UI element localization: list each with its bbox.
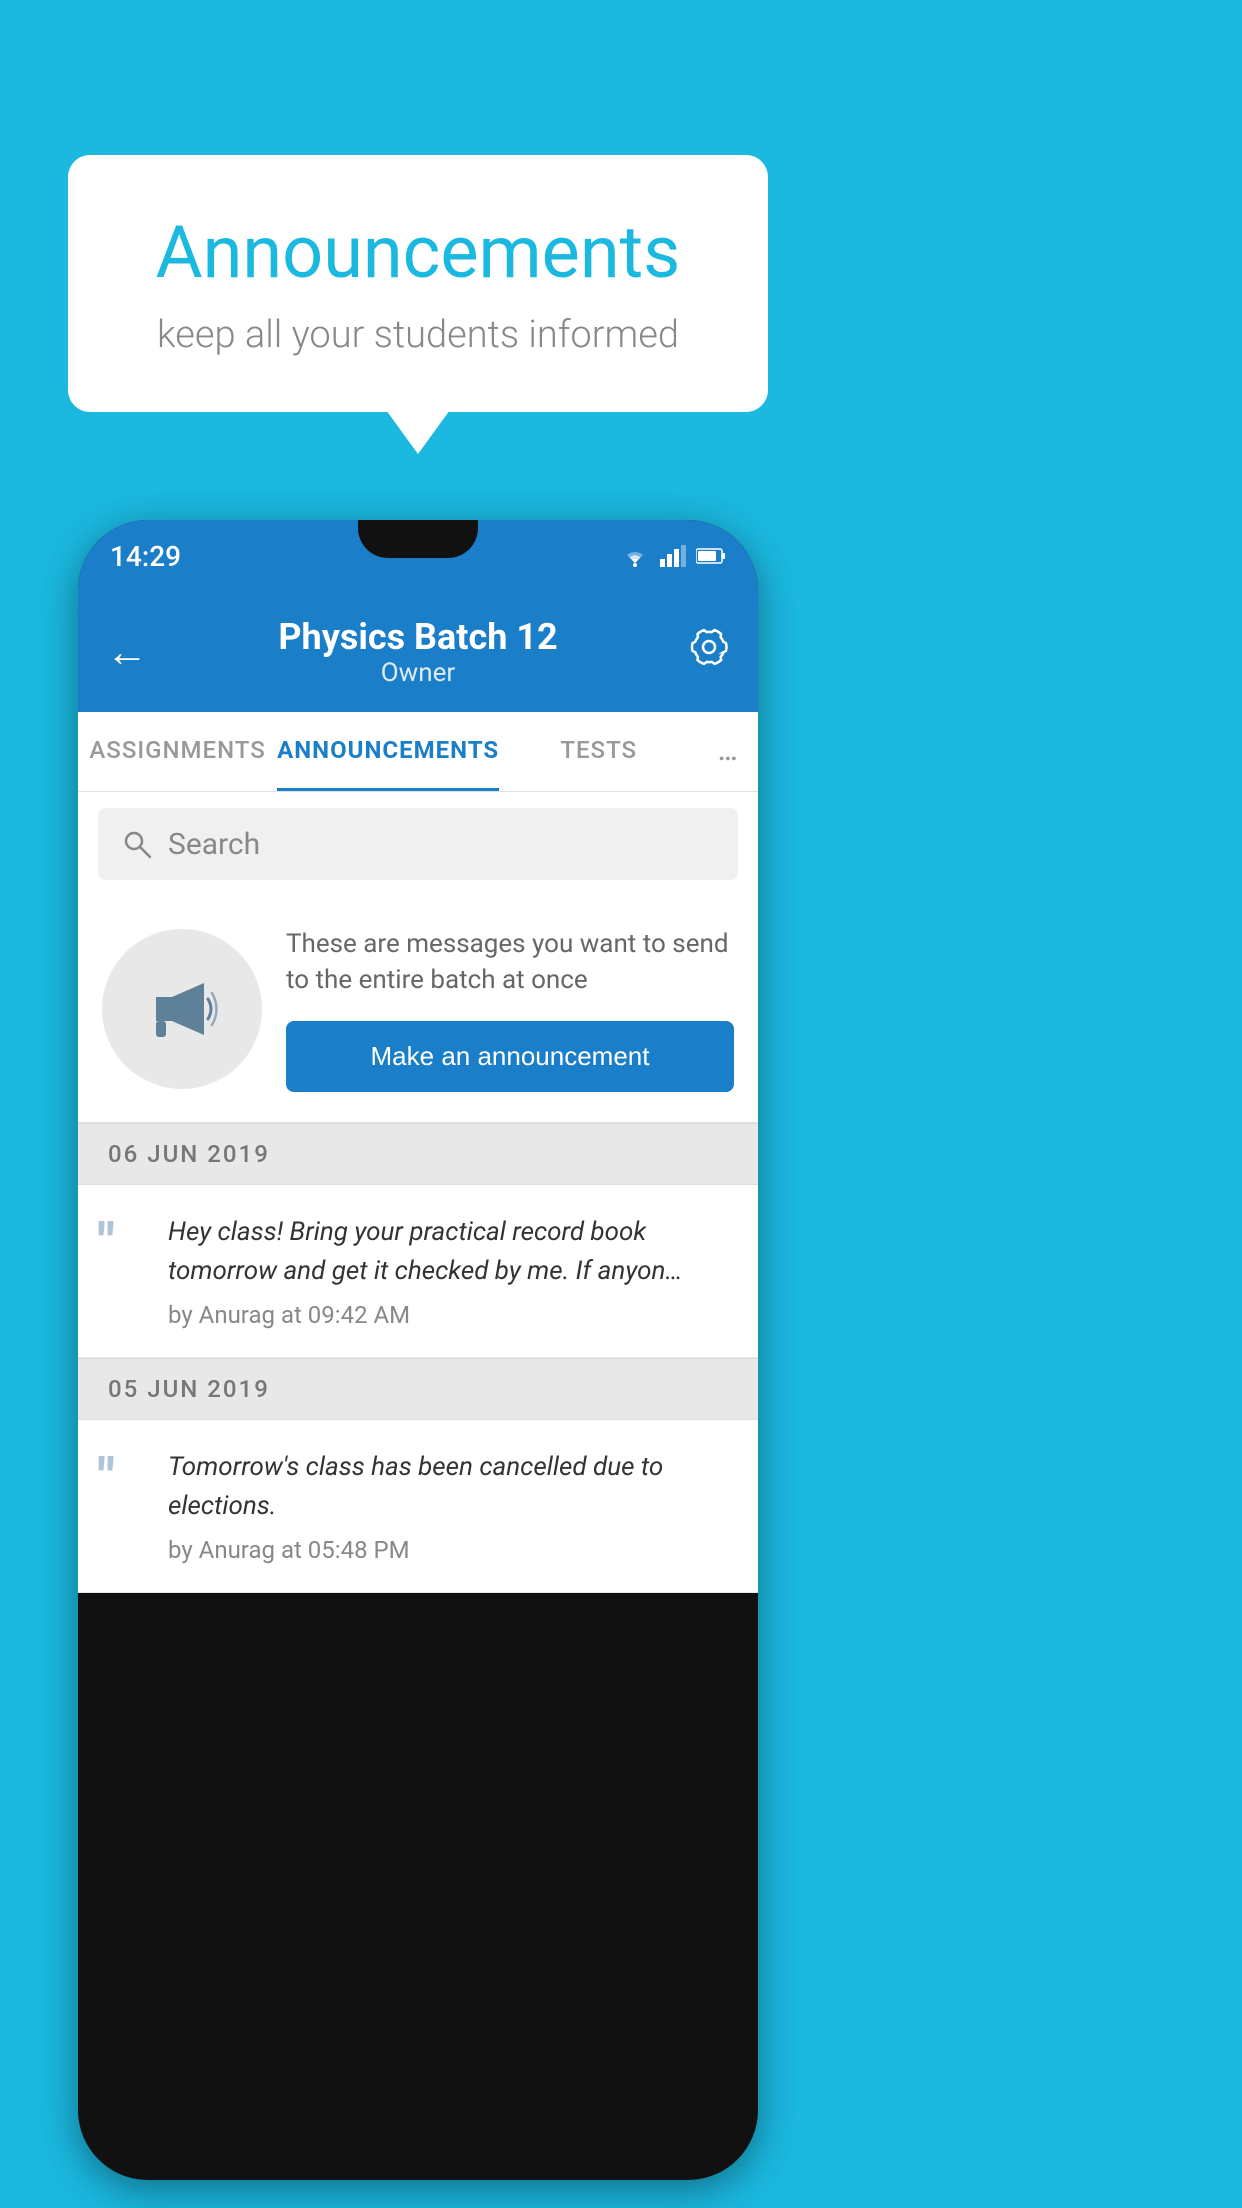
make-announcement-button[interactable]: Make an announcement bbox=[286, 1021, 734, 1092]
announcement-prompt-right: These are messages you want to send to t… bbox=[286, 926, 734, 1092]
signal-icon bbox=[660, 545, 686, 567]
app-bar: ← Physics Batch 12 Owner bbox=[78, 592, 758, 712]
phone-content: Search These are messages you want to se… bbox=[78, 792, 758, 1593]
notch bbox=[358, 520, 478, 558]
app-bar-subtitle: Owner bbox=[278, 658, 557, 688]
announcement-author-1: by Anurag at 09:42 AM bbox=[168, 1301, 738, 1329]
search-bar-container: Search bbox=[78, 792, 758, 896]
announcement-text-1: Hey class! Bring your practical record b… bbox=[168, 1213, 738, 1329]
announcement-prompt-text: These are messages you want to send to t… bbox=[286, 926, 734, 999]
bubble-title: Announcements bbox=[128, 210, 708, 295]
quote-icon-2: " bbox=[98, 1452, 148, 1504]
status-icons bbox=[620, 545, 726, 567]
wifi-icon bbox=[620, 545, 650, 567]
tab-announcements[interactable]: ANNOUNCEMENTS bbox=[277, 712, 499, 791]
bubble-subtitle: keep all your students informed bbox=[128, 313, 708, 357]
status-bar: 14:29 bbox=[78, 520, 758, 592]
announcement-message-1: Hey class! Bring your practical record b… bbox=[168, 1213, 738, 1291]
tab-assignments[interactable]: ASSIGNMENTS bbox=[78, 712, 277, 791]
settings-icon[interactable] bbox=[688, 626, 730, 678]
search-icon bbox=[122, 829, 152, 859]
announcement-message-2: Tomorrow's class has been cancelled due … bbox=[168, 1448, 738, 1526]
search-placeholder: Search bbox=[168, 827, 260, 862]
announcement-text-2: Tomorrow's class has been cancelled due … bbox=[168, 1448, 738, 1564]
back-button[interactable]: ← bbox=[106, 628, 148, 677]
announcement-item-2[interactable]: " Tomorrow's class has been cancelled du… bbox=[78, 1420, 758, 1593]
announcement-author-2: by Anurag at 05:48 PM bbox=[168, 1536, 738, 1564]
speech-bubble: Announcements keep all your students inf… bbox=[68, 155, 768, 412]
app-bar-title-group: Physics Batch 12 Owner bbox=[278, 616, 557, 688]
announcement-megaphone-icon bbox=[102, 929, 262, 1089]
speech-bubble-container: Announcements keep all your students inf… bbox=[68, 155, 768, 412]
tabs-bar: ASSIGNMENTS ANNOUNCEMENTS TESTS … bbox=[78, 712, 758, 792]
search-bar[interactable]: Search bbox=[98, 808, 738, 880]
date-divider-2: 05 JUN 2019 bbox=[78, 1358, 758, 1420]
announcement-item-1[interactable]: " Hey class! Bring your practical record… bbox=[78, 1185, 758, 1358]
announcement-prompt-card: These are messages you want to send to t… bbox=[78, 896, 758, 1123]
battery-icon bbox=[696, 547, 726, 565]
quote-icon-1: " bbox=[98, 1217, 148, 1269]
tab-more[interactable]: … bbox=[698, 712, 758, 791]
app-bar-title: Physics Batch 12 bbox=[278, 616, 557, 658]
tab-tests[interactable]: TESTS bbox=[499, 712, 698, 791]
status-time: 14:29 bbox=[110, 540, 181, 573]
phone-frame: 14:29 ← bbox=[78, 520, 758, 2180]
date-divider-1: 06 JUN 2019 bbox=[78, 1123, 758, 1185]
